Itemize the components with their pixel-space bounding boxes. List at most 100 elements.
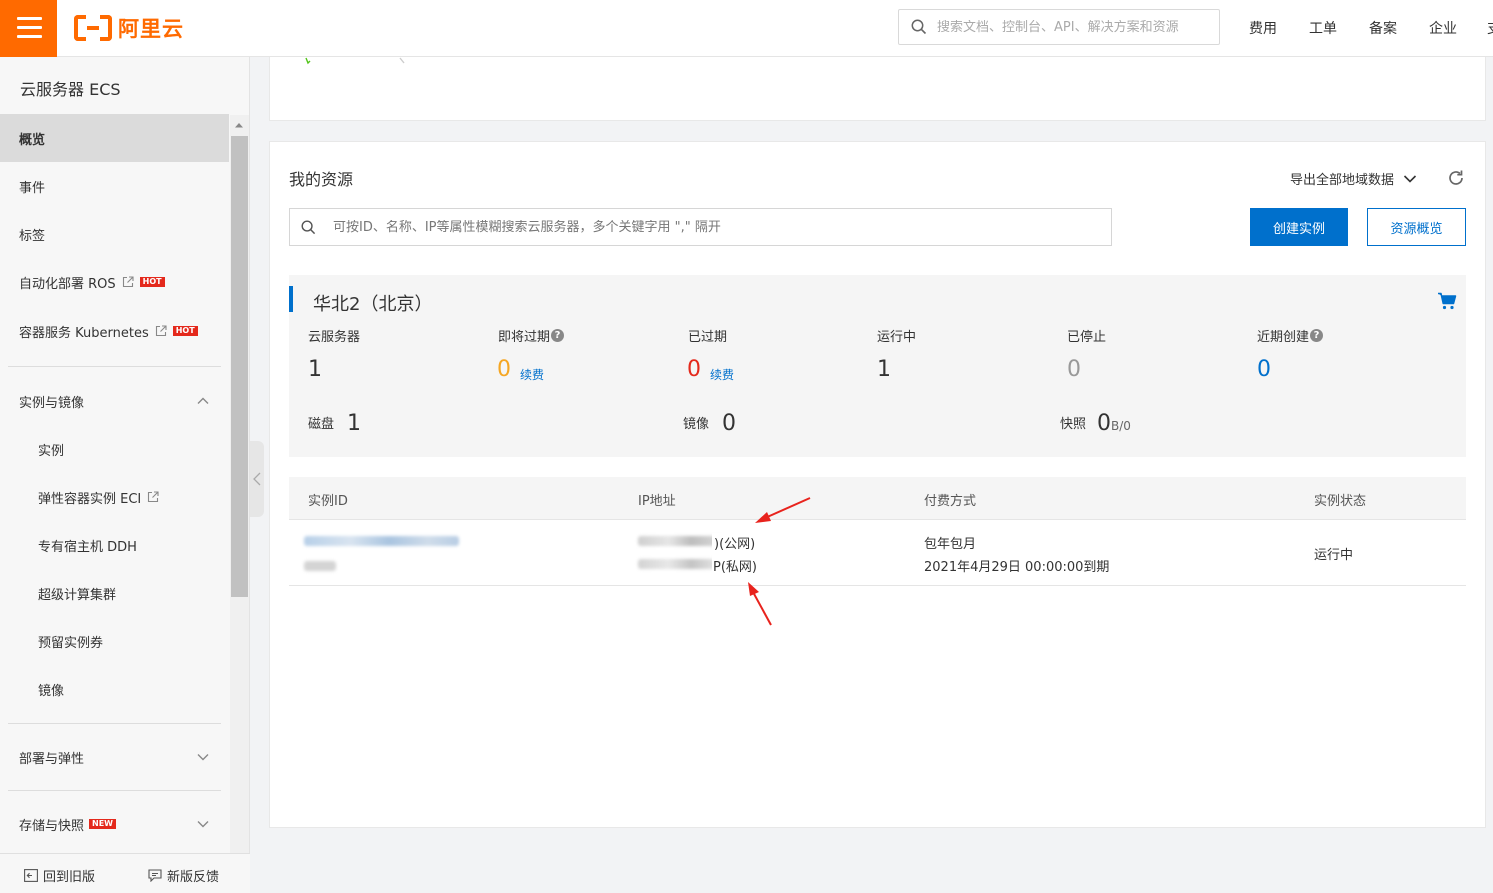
chevron-down-icon[interactable]: [196, 750, 210, 764]
image-label: 镜像: [683, 417, 710, 432]
region-name: 华北2（北京）: [313, 294, 433, 315]
sidebar-title: 云服务器 ECS: [20, 80, 121, 99]
sidebar-divider: [8, 366, 221, 367]
search-icon: [911, 19, 927, 35]
stat-value-recent[interactable]: 0: [1257, 357, 1271, 382]
help-icon[interactable]: ?: [551, 329, 565, 342]
sidebar-item-label: 弹性容器实例 ECI: [38, 491, 142, 507]
partial-chart-icon: [304, 57, 414, 65]
stat-value-expired[interactable]: 0: [687, 357, 701, 382]
sidebar-group-storage[interactable]: 存储与快照 NEW: [0, 800, 229, 848]
disk-value[interactable]: 1: [347, 411, 361, 436]
sidebar-item-instances[interactable]: 实例: [0, 425, 229, 473]
snapshot-value[interactable]: 0B/0: [1097, 411, 1131, 436]
external-link-icon: [147, 491, 159, 503]
sidebar-item-eci[interactable]: 弹性容器实例 ECI: [0, 473, 229, 521]
instance-id-link-redacted[interactable]: [304, 536, 459, 546]
snapshot-unit: B/0: [1111, 419, 1131, 433]
private-ip-redacted: [638, 559, 714, 569]
column-header-instance-id: 实例ID: [308, 494, 348, 509]
sidebar-item-kubernetes[interactable]: 容器服务 Kubernetes HOT: [0, 307, 229, 355]
refresh-icon[interactable]: [1447, 169, 1465, 187]
top-bar: 阿里云 费用 工单 备案 企业 支: [0, 0, 1493, 57]
chevron-down-icon: [1403, 174, 1417, 184]
help-icon[interactable]: ?: [1310, 329, 1324, 342]
global-search-input[interactable]: [937, 19, 1217, 35]
nav-more-truncated[interactable]: 支: [1487, 18, 1493, 38]
stat-label-expired: 已过期: [688, 330, 728, 345]
feedback-icon: [148, 869, 162, 882]
sidebar-item-reserved[interactable]: 预留实例券: [0, 617, 229, 665]
nav-tickets[interactable]: 工单: [1309, 18, 1337, 38]
feedback-button[interactable]: 新版反馈: [148, 866, 219, 885]
sidebar-item-label: 超级计算集群: [38, 587, 117, 603]
stat-label-total: 云服务器: [308, 330, 361, 345]
sidebar-item-label: 专有宿主机 DDH: [38, 539, 137, 555]
aliyun-logo[interactable]: 阿里云: [74, 12, 184, 44]
sidebar-item-label: 镜像: [38, 683, 65, 699]
billing-type: 包年包月: [924, 537, 977, 552]
chevron-down-icon[interactable]: [196, 817, 210, 831]
sidebar-item-label: 自动化部署 ROS: [19, 276, 116, 292]
sidebar: 云服务器 ECS 概览 事件 标签 自动化部署 ROS HOT 容器服务 Kub…: [0, 57, 250, 893]
stat-value-total[interactable]: 1: [308, 357, 322, 382]
sidebar-item-ddh[interactable]: 专有宿主机 DDH: [0, 521, 229, 569]
hot-badge: HOT: [139, 277, 165, 287]
back-to-old-version-label: 回到旧版: [43, 870, 96, 885]
nav-icp[interactable]: 备案: [1369, 18, 1397, 38]
global-search[interactable]: [898, 9, 1220, 45]
region-accent-bar: [289, 286, 293, 312]
sidebar-item-events[interactable]: 事件: [0, 162, 229, 210]
resource-overview-button[interactable]: 资源概览: [1367, 208, 1466, 246]
instance-table-header: [289, 477, 1466, 520]
instance-search-input[interactable]: [333, 219, 1103, 235]
menu-icon[interactable]: [0, 0, 57, 57]
cart-icon[interactable]: [1437, 292, 1457, 310]
create-instance-button[interactable]: 创建实例: [1250, 208, 1348, 246]
sidebar-item-tags[interactable]: 标签: [0, 210, 229, 258]
back-to-old-version-button[interactable]: 回到旧版: [24, 866, 95, 885]
sidebar-divider: [8, 723, 221, 724]
scroll-up-icon[interactable]: [234, 121, 244, 129]
sidebar-group-label: 存储与快照: [19, 818, 85, 834]
stat-label-recent: 近期创建?: [1257, 326, 1324, 345]
sidebar-scrollbar-thumb[interactable]: [231, 136, 248, 597]
renew-link-expired[interactable]: 续费: [710, 366, 734, 383]
chevron-left-icon: [252, 471, 262, 487]
chevron-up-icon[interactable]: [196, 394, 210, 408]
hot-badge: HOT: [172, 326, 198, 336]
renew-link-expiring[interactable]: 续费: [520, 366, 544, 383]
sidebar-group-label: 实例与镜像: [19, 395, 85, 411]
sidebar-footer: 回到旧版 新版反馈: [0, 853, 250, 893]
instance-name-redacted: [304, 561, 336, 571]
sidebar-group-label: 部署与弹性: [19, 751, 85, 767]
search-icon: [301, 220, 316, 235]
sidebar-item-label: 容器服务 Kubernetes: [19, 325, 149, 341]
column-header-billing: 付费方式: [924, 494, 977, 509]
stat-label-expiring: 即将过期?: [498, 326, 565, 345]
disk-label: 磁盘: [308, 417, 335, 432]
nav-enterprise[interactable]: 企业: [1429, 18, 1457, 38]
sidebar-item-images[interactable]: 镜像: [0, 665, 229, 713]
table-row: [289, 520, 1466, 586]
sidebar-item-label: 预留实例券: [38, 635, 104, 651]
sidebar-item-scc[interactable]: 超级计算集群: [0, 569, 229, 617]
previous-card: [269, 57, 1486, 121]
instance-status: 运行中: [1314, 548, 1354, 563]
sidebar-item-overview[interactable]: 概览: [0, 114, 229, 162]
sidebar-group-deploy[interactable]: 部署与弹性: [0, 733, 229, 781]
stat-value-expiring[interactable]: 0: [497, 357, 511, 382]
export-label: 导出全部地域数据: [1290, 173, 1395, 188]
sidebar-group-instances[interactable]: 实例与镜像: [0, 377, 229, 425]
stat-value-running[interactable]: 1: [877, 357, 891, 382]
instance-search[interactable]: [289, 208, 1112, 246]
sidebar-collapse-toggle[interactable]: [250, 441, 264, 517]
sidebar-item-label: 实例: [38, 443, 65, 459]
stat-value-stopped[interactable]: 0: [1067, 357, 1081, 382]
nav-billing[interactable]: 费用: [1249, 18, 1277, 38]
snapshot-label: 快照: [1060, 417, 1087, 432]
sidebar-item-ros[interactable]: 自动化部署 ROS HOT: [0, 258, 229, 306]
export-all-regions-dropdown[interactable]: 导出全部地域数据: [1290, 169, 1417, 188]
feedback-label: 新版反馈: [167, 870, 220, 885]
image-value[interactable]: 0: [722, 411, 736, 436]
